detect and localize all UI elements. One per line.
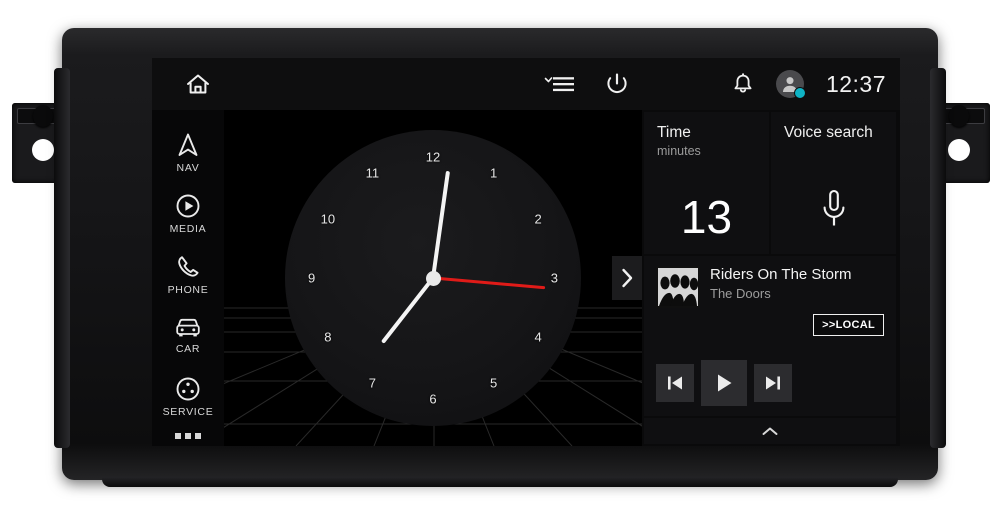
home-button[interactable] xyxy=(182,68,214,100)
clock-numeral: 7 xyxy=(368,375,376,391)
user-avatar-icon[interactable] xyxy=(775,70,806,99)
voice-search-tile[interactable]: Voice search xyxy=(771,112,896,254)
clock-numeral: 12 xyxy=(425,149,441,165)
track-artist: The Doors xyxy=(710,286,771,302)
track-title: Riders On The Storm xyxy=(710,266,852,283)
sidebar-item-media[interactable]: MEDIA xyxy=(152,183,224,244)
clock-center-hub xyxy=(425,270,441,286)
home-icon xyxy=(185,72,211,96)
head-unit-chassis: 12:37 NAV MEDIA PHONE CAR SERVICE 12 1 2… xyxy=(54,28,946,487)
service-wheel-icon xyxy=(175,376,201,402)
chassis-bottom-edge xyxy=(102,477,898,487)
sidebar-item-label: NAV xyxy=(176,161,200,174)
voice-search-title: Voice search xyxy=(784,124,873,141)
expand-panel-button[interactable] xyxy=(612,256,642,300)
more-options-dots-icon[interactable] xyxy=(175,433,201,439)
widget-tile-row: Time minutes 13 Voice search xyxy=(644,112,896,254)
chassis-right-edge xyxy=(930,68,946,448)
screenshot-stage: 12:37 NAV MEDIA PHONE CAR SERVICE 12 1 2… xyxy=(0,0,1000,507)
status-bar-center-icons xyxy=(544,71,630,97)
widget-panel: Time minutes 13 Voice search Riders On T… xyxy=(642,110,900,446)
sidebar-item-label: MEDIA xyxy=(169,222,207,235)
status-bar: 12:37 xyxy=(152,58,900,110)
play-button[interactable] xyxy=(701,360,747,406)
status-badge xyxy=(793,87,806,99)
sidebar-item-label: CAR xyxy=(175,342,201,355)
power-icon[interactable] xyxy=(604,71,630,97)
sidebar-item-phone[interactable]: PHONE xyxy=(152,244,224,305)
sidebar-item-car[interactable]: CAR xyxy=(152,305,224,366)
collapse-panel-button[interactable] xyxy=(644,418,896,444)
media-transport-controls xyxy=(656,360,792,406)
media-player-widget: Riders On The Storm The Doors >>LOCAL xyxy=(644,256,896,416)
media-play-circle-icon xyxy=(175,193,201,219)
sidebar-item-label: SERVICE xyxy=(162,405,214,418)
chassis-left-edge xyxy=(54,68,70,448)
clock-numeral: 8 xyxy=(324,329,332,345)
phone-handset-icon xyxy=(175,254,201,280)
bracket-screw-hole xyxy=(32,139,54,161)
dot xyxy=(195,433,201,439)
car-front-icon xyxy=(174,317,202,339)
clock-numeral: 1 xyxy=(490,165,498,181)
microphone-icon[interactable] xyxy=(771,188,896,232)
time-widget-subtitle: minutes xyxy=(657,144,701,159)
clock-numeral: 3 xyxy=(550,270,558,286)
next-track-button[interactable] xyxy=(754,364,792,402)
bracket-screw-hole xyxy=(948,139,970,161)
sidebar-item-service[interactable]: SERVICE xyxy=(152,366,224,427)
clock-numeral: 10 xyxy=(320,211,336,227)
screen-body: NAV MEDIA PHONE CAR SERVICE 12 1 2 3 4 5… xyxy=(152,110,900,446)
album-art[interactable] xyxy=(656,266,700,308)
bracket-knob xyxy=(33,105,53,127)
play-icon xyxy=(713,372,735,394)
skip-next-icon xyxy=(763,374,783,392)
time-widget-tile[interactable]: Time minutes 13 xyxy=(644,112,769,254)
bracket-knob xyxy=(949,105,969,127)
time-widget-title: Time xyxy=(657,124,691,141)
clock-numeral: 2 xyxy=(534,211,542,227)
navigation-arrow-icon xyxy=(176,132,200,158)
chevron-up-icon xyxy=(761,426,779,437)
dot xyxy=(175,433,181,439)
chevron-right-icon xyxy=(619,267,635,289)
previous-track-button[interactable] xyxy=(656,364,694,402)
hamburger-menu-icon[interactable] xyxy=(544,73,576,95)
clock-numeral: 9 xyxy=(308,270,316,286)
notification-bell-icon[interactable] xyxy=(732,72,754,96)
time-widget-value: 13 xyxy=(680,191,733,243)
status-bar-clock: 12:37 xyxy=(825,70,886,97)
clock-numeral: 4 xyxy=(534,329,542,345)
main-sidebar: NAV MEDIA PHONE CAR SERVICE xyxy=(152,110,224,446)
infotainment-screen: 12:37 NAV MEDIA PHONE CAR SERVICE 12 1 2… xyxy=(152,58,900,446)
media-track-info: Riders On The Storm The Doors xyxy=(656,266,884,308)
clock-numeral: 6 xyxy=(429,391,437,407)
dot xyxy=(185,433,191,439)
sidebar-item-nav[interactable]: NAV xyxy=(152,122,224,183)
media-source-button[interactable]: >>LOCAL xyxy=(813,314,884,336)
sidebar-item-label: PHONE xyxy=(167,283,209,296)
clock-numeral: 11 xyxy=(365,165,380,181)
skip-previous-icon xyxy=(665,374,685,392)
clock-widget-area[interactable]: 12 1 2 3 4 5 6 7 8 9 10 11 xyxy=(224,110,642,446)
clock-numeral: 5 xyxy=(490,375,498,391)
status-bar-right-icons: 12:37 xyxy=(732,70,886,99)
analog-clock: 12 1 2 3 4 5 6 7 8 9 10 11 xyxy=(285,130,581,426)
